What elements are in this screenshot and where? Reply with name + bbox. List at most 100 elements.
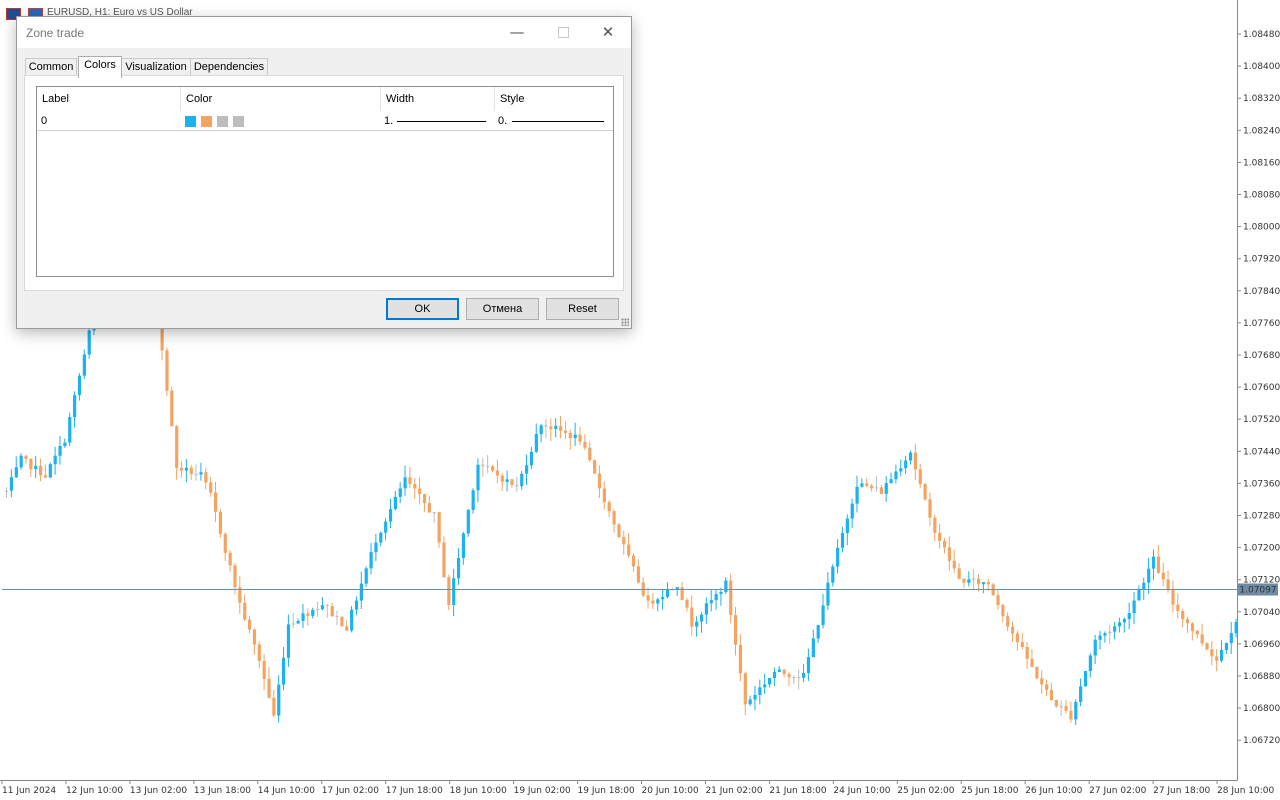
row-label[interactable]: 0 xyxy=(41,113,171,129)
color-swatch-down[interactable] xyxy=(201,116,212,127)
candle-body xyxy=(243,602,247,620)
close-icon: ✕ xyxy=(601,23,615,41)
price-axis-label: 1.07840 xyxy=(1243,287,1280,297)
candle-body xyxy=(685,599,689,608)
minimize-icon: — xyxy=(509,23,525,41)
candle-body xyxy=(393,496,397,510)
candle-body xyxy=(325,605,329,607)
candle-body xyxy=(345,626,349,631)
row-width-select[interactable]: 1. xyxy=(384,113,488,129)
candle-body xyxy=(199,472,203,475)
minimize-button[interactable]: — xyxy=(494,17,540,48)
candle-body xyxy=(422,494,427,504)
candle-body xyxy=(1113,626,1117,632)
tab-colors[interactable]: Colors xyxy=(78,56,122,78)
candle-body xyxy=(738,644,743,674)
candle-body xyxy=(622,537,626,545)
time-axis-label: 26 Jun 10:00 xyxy=(1025,786,1082,796)
candle-body xyxy=(491,466,495,471)
candle-body xyxy=(1161,572,1165,580)
candle-body xyxy=(563,430,568,433)
price-axis-label: 1.08000 xyxy=(1243,223,1280,233)
row-style-select[interactable]: 0. xyxy=(498,113,606,129)
candle-body xyxy=(1035,666,1039,679)
candle-body xyxy=(282,657,286,685)
time-axis-label: 28 Jun 10:00 xyxy=(1217,786,1274,796)
candle-body xyxy=(665,589,670,597)
time-axis-label: 19 Jun 18:00 xyxy=(578,786,635,796)
candle-body xyxy=(1215,656,1219,661)
reset-button[interactable]: Reset xyxy=(546,298,619,320)
candle-body xyxy=(933,517,937,534)
candle-body xyxy=(374,542,378,553)
candle-body xyxy=(1006,616,1010,627)
candle-body xyxy=(1220,649,1224,661)
candle-body xyxy=(14,467,18,478)
candle-body xyxy=(403,477,407,489)
candle-body xyxy=(534,434,538,452)
column-header-label[interactable]: Label xyxy=(37,87,181,111)
candle-body xyxy=(466,509,470,534)
candle-body xyxy=(845,518,849,534)
price-axis-label: 1.08480 xyxy=(1243,30,1280,40)
candle-body xyxy=(53,455,57,465)
candle-body xyxy=(802,672,806,678)
candle-body xyxy=(593,460,597,474)
candle-body xyxy=(699,614,704,622)
column-header-style[interactable]: Style xyxy=(495,87,612,111)
candle-body xyxy=(792,677,796,679)
price-axis-label: 1.08240 xyxy=(1243,126,1280,136)
column-header-color[interactable]: Color xyxy=(181,87,381,111)
candle-body xyxy=(73,395,77,418)
candle-body xyxy=(1142,582,1146,590)
candle-body xyxy=(452,578,456,605)
ok-button[interactable]: OK xyxy=(386,298,459,320)
candle-body xyxy=(223,533,227,553)
candle-body xyxy=(456,557,461,579)
maximize-button[interactable] xyxy=(540,17,586,48)
candle-body xyxy=(602,488,606,503)
candle-body xyxy=(753,694,757,700)
color-swatch-extra[interactable] xyxy=(233,116,244,127)
candle-body xyxy=(510,479,514,486)
candle-body xyxy=(777,669,781,672)
column-header-width[interactable]: Width xyxy=(381,87,495,111)
candle-body xyxy=(734,615,738,645)
candle-body xyxy=(821,605,825,626)
time-axis-label: 27 Jun 02:00 xyxy=(1089,786,1146,796)
resize-grip-icon[interactable] xyxy=(621,318,629,326)
candle-body xyxy=(1229,633,1233,644)
candle-body xyxy=(972,578,976,580)
close-button[interactable]: ✕ xyxy=(585,17,631,48)
candle-body xyxy=(573,434,577,439)
color-swatch-up[interactable] xyxy=(185,116,196,127)
candle-body xyxy=(1108,631,1112,634)
cancel-button[interactable]: Отмена xyxy=(466,298,539,320)
candle-body xyxy=(330,606,334,617)
candle-body xyxy=(320,605,325,610)
candle-body xyxy=(1117,622,1122,627)
candle-body xyxy=(836,547,840,567)
candle-body xyxy=(1001,605,1005,617)
candle-body xyxy=(855,486,859,504)
candle-body xyxy=(204,472,208,483)
color-swatch-neutral[interactable] xyxy=(217,116,228,127)
candle-body xyxy=(461,533,466,558)
candle-body xyxy=(583,441,587,448)
time-axis-label: 21 Jun 18:00 xyxy=(769,786,826,796)
candle-body xyxy=(831,566,835,583)
candle-body xyxy=(418,488,422,495)
candle-body xyxy=(787,674,791,678)
candle-body xyxy=(1224,643,1229,650)
candle-body xyxy=(364,568,368,584)
candle-body xyxy=(306,613,310,616)
candle-body xyxy=(29,458,33,470)
candle-body xyxy=(549,426,553,430)
candle-body xyxy=(262,660,266,679)
candle-body xyxy=(977,578,981,585)
price-axis-label: 1.07600 xyxy=(1243,383,1280,393)
candle-body xyxy=(228,552,232,566)
price-axis-label: 1.07920 xyxy=(1243,255,1280,265)
candle-body xyxy=(335,616,339,618)
dialog-titlebar[interactable]: Zone trade — ✕ xyxy=(17,17,631,48)
